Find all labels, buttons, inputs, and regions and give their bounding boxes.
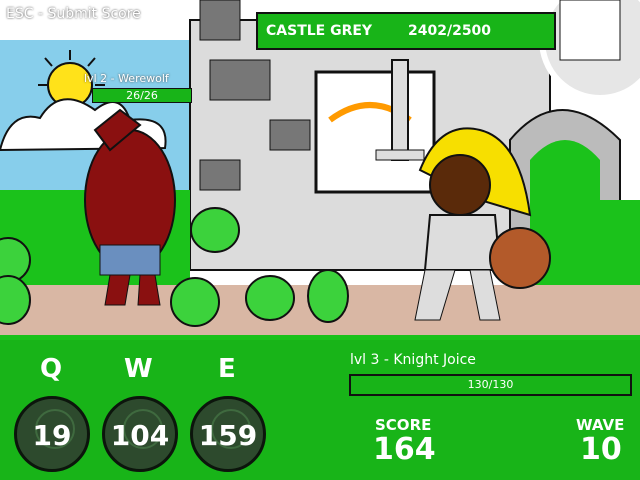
- enemy-health-bar: 26/26: [92, 88, 192, 103]
- game-scene[interactable]: ESC - Submit Score CASTLE GREY 2402/2500…: [0, 0, 640, 340]
- banner-north-suns: [314, 70, 436, 194]
- hud-panel: Q W E 19 104 159 lvl 3 - Knight Joice 13…: [0, 340, 640, 480]
- enemy-label: lvl 2 - Werewolf: [84, 72, 169, 85]
- ability-e-button[interactable]: 159: [190, 396, 266, 472]
- ability-w-count: 104: [110, 419, 170, 452]
- hero-label: lvl 3 - Knight Joice: [350, 352, 476, 368]
- wave-value: 10: [580, 432, 622, 467]
- castle-health-bar: CASTLE GREY 2402/2500: [256, 12, 556, 50]
- ability-key-q: Q: [40, 354, 63, 384]
- ability-key-e: E: [218, 354, 236, 384]
- ability-q-button[interactable]: 19: [14, 396, 90, 472]
- ability-w-button[interactable]: 104: [102, 396, 178, 472]
- enemy-hp: 26/26: [126, 89, 158, 102]
- castle-name: CASTLE GREY: [266, 23, 373, 39]
- score-value: 164: [373, 432, 436, 467]
- hero-hp: 130/130: [467, 378, 514, 391]
- hero-health-bar: 130/130: [349, 374, 632, 396]
- castle-hp: 2402/2500: [408, 23, 492, 39]
- ability-e-count: 159: [198, 419, 258, 452]
- esc-submit-hint: ESC - Submit Score: [6, 6, 141, 22]
- ability-q-count: 19: [32, 419, 72, 452]
- ability-key-w: W: [124, 354, 153, 384]
- game-scene-art: [0, 0, 640, 340]
